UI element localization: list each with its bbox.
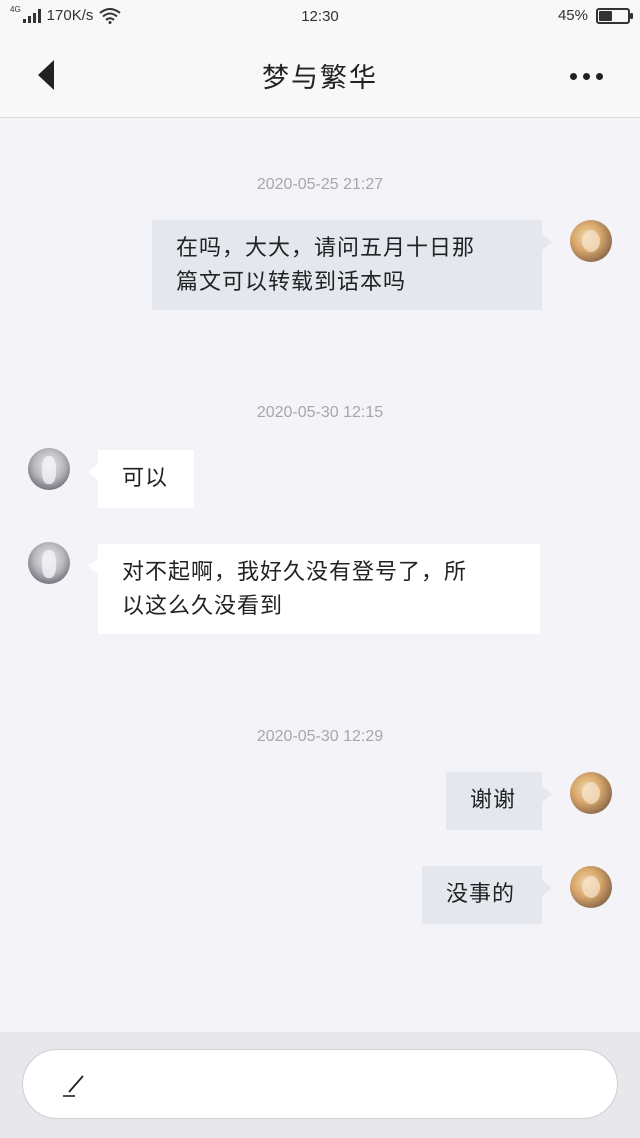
pen-icon bbox=[63, 1075, 84, 1097]
status-right: 45% bbox=[557, 7, 633, 24]
more-icon bbox=[570, 72, 577, 80]
my-avatar[interactable] bbox=[570, 220, 612, 262]
message-line: 篇文可以转载到话本吗 bbox=[176, 270, 407, 295]
message-line: 可以 bbox=[122, 466, 169, 491]
battery-icon bbox=[596, 7, 633, 24]
battery-fill bbox=[599, 10, 612, 21]
battery-percent: 45% bbox=[557, 7, 588, 24]
message-line: 以这么久没看到 bbox=[122, 594, 284, 619]
message-input[interactable] bbox=[22, 1049, 618, 1119]
input-area bbox=[0, 1032, 640, 1138]
contact-avatar[interactable] bbox=[28, 448, 70, 490]
my-avatar[interactable] bbox=[570, 866, 612, 908]
status-bar: 4G 170K/s 12:30 45% bbox=[0, 0, 640, 34]
message-line: 谢谢 bbox=[470, 788, 517, 813]
message-bubble-sent[interactable]: 在吗，大大，请问五月十日那 篇文可以转载到话本吗 bbox=[152, 220, 552, 310]
contact-avatar[interactable] bbox=[28, 542, 70, 584]
timestamp: 2020-05-30 12:29 bbox=[256, 728, 384, 745]
chat-area[interactable]: 2020-05-25 21:27 在吗，大大，请问五月十日那 篇文可以转载到话本… bbox=[0, 118, 640, 1032]
timestamp: 2020-05-30 12:15 bbox=[256, 404, 384, 421]
status-time: 12:30 bbox=[301, 8, 339, 25]
conversation-title: 梦与繁华 bbox=[262, 63, 378, 94]
nav-bar: 梦与繁华 bbox=[0, 34, 640, 118]
message-bubble-received[interactable]: 可以 bbox=[88, 450, 194, 508]
message-bubble-sent[interactable]: 没事的 bbox=[422, 866, 552, 924]
more-button[interactable] bbox=[570, 66, 604, 86]
message-line: 对不起啊，我好久没有登号了，所 bbox=[122, 560, 468, 585]
message-line: 在吗，大大，请问五月十日那 bbox=[176, 236, 476, 261]
my-avatar[interactable] bbox=[570, 772, 612, 814]
timestamp: 2020-05-25 21:27 bbox=[256, 176, 384, 193]
message-line: 没事的 bbox=[446, 882, 516, 907]
message-bubble-sent[interactable]: 谢谢 bbox=[446, 772, 552, 830]
message-bubble-received[interactable]: 对不起啊，我好久没有登号了，所 以这么久没看到 bbox=[88, 544, 540, 634]
